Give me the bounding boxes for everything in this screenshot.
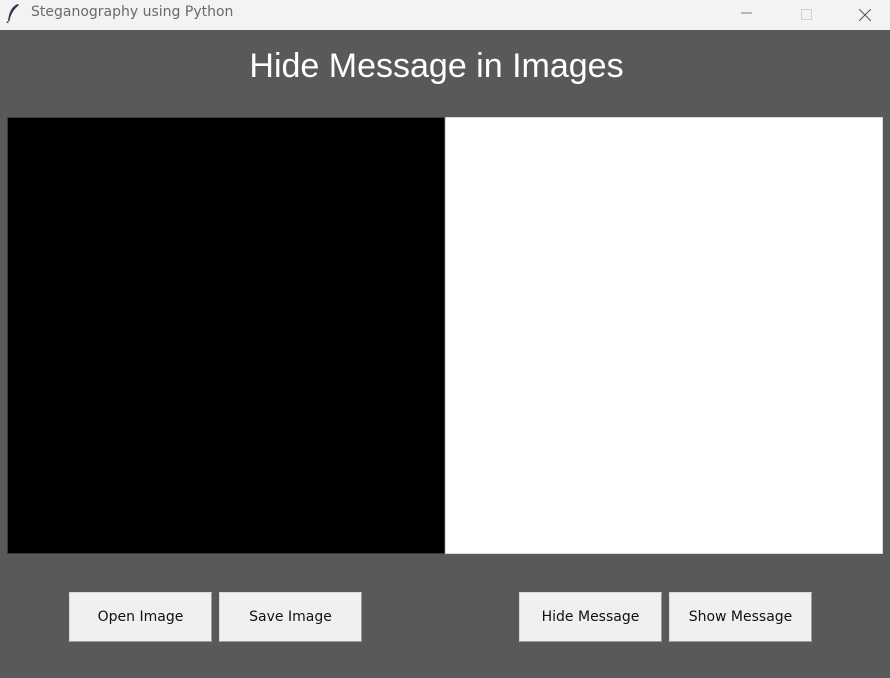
show-message-button[interactable]: Show Message — [669, 592, 812, 642]
open-image-button[interactable]: Open Image — [69, 592, 212, 642]
maximize-icon — [801, 9, 812, 20]
original-image-canvas — [7, 117, 445, 554]
minimize-button[interactable] — [724, 0, 770, 30]
window-titlebar[interactable]: Steganography using Python — [0, 0, 890, 30]
page-title: Hide Message in Images — [249, 47, 624, 85]
save-image-button[interactable]: Save Image — [219, 592, 362, 642]
window-title: Steganography using Python — [31, 4, 234, 20]
close-icon — [859, 9, 871, 21]
feather-icon — [6, 3, 22, 24]
output-image-canvas — [445, 117, 883, 554]
maximize-button[interactable] — [784, 0, 830, 30]
minimize-icon — [741, 12, 752, 14]
close-button[interactable] — [842, 0, 888, 30]
hide-message-button[interactable]: Hide Message — [519, 592, 662, 642]
